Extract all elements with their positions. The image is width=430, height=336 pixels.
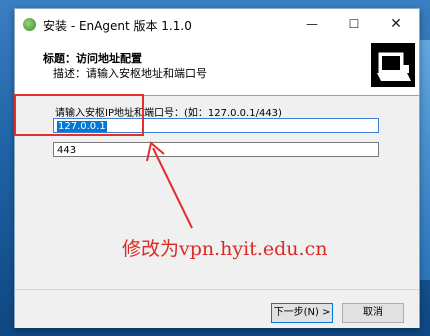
port-input[interactable]: 443 [53,142,379,157]
window-title: 安装 - EnAgent 版本 1.1.0 [43,19,192,33]
cancel-button[interactable]: 取消 [342,303,404,323]
page-title: 标题：访问地址配置 [43,52,142,65]
installer-box-icon [371,43,415,87]
annotation-text: 修改为vpn.hyit.edu.cn [122,238,328,260]
page-description: 描述：请输入安枢地址和端口号 [53,67,207,80]
title-bar[interactable]: 安装 - EnAgent 版本 1.1.0 — ☐ ✕ [15,9,419,39]
wizard-header: 标题：访问地址配置 描述：请输入安枢地址和端口号 [15,39,419,96]
close-button[interactable]: ✕ [375,9,417,39]
wizard-footer: 下一步(N) > 取消 [15,289,419,328]
annotation-highlight-box [14,94,144,136]
maximize-button[interactable]: ☐ [333,9,375,39]
installer-window: 安装 - EnAgent 版本 1.1.0 — ☐ ✕ 标题：访问地址配置 描述… [14,8,420,328]
minimize-button[interactable]: — [291,9,333,39]
next-button[interactable]: 下一步(N) > [271,303,333,323]
app-icon [23,18,36,31]
